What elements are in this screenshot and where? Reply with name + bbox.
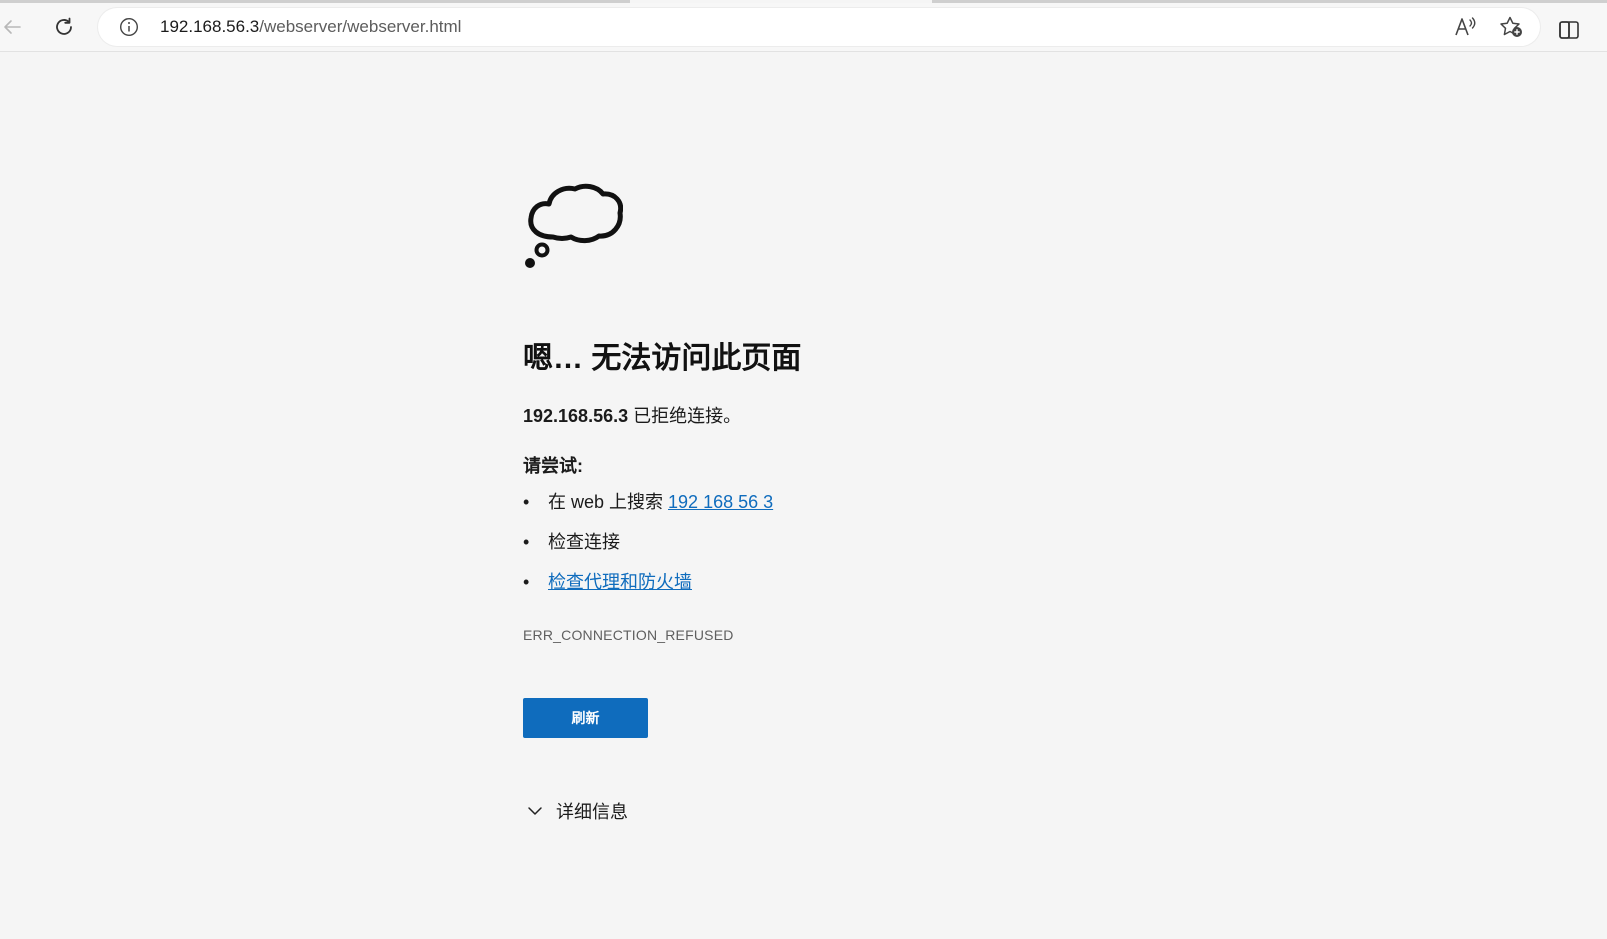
refresh-page-button[interactable] bbox=[48, 11, 80, 43]
suggestion-proxy-firewall: 检查代理和防火墙 bbox=[523, 571, 773, 611]
read-aloud-icon[interactable] bbox=[1454, 16, 1478, 38]
details-label: 详细信息 bbox=[556, 802, 628, 822]
proxy-firewall-link[interactable]: 检查代理和防火墙 bbox=[548, 572, 692, 592]
browser-toolbar: 192.168.56.3/webserver/webserver.html bbox=[0, 3, 1607, 52]
refresh-icon bbox=[56, 17, 72, 35]
error-message-text: 已拒绝连接。 bbox=[628, 406, 742, 426]
search-link[interactable]: 192 168 56 3 bbox=[668, 492, 773, 512]
add-favorite-icon[interactable] bbox=[1499, 16, 1523, 38]
suggestion-check-connection-text: 检查连接 bbox=[548, 532, 620, 552]
chevron-down-icon bbox=[528, 807, 542, 815]
error-host: 192.168.56.3 bbox=[523, 406, 629, 426]
url-host: 192.168.56.3 bbox=[160, 17, 260, 36]
address-bar[interactable]: 192.168.56.3/webserver/webserver.html bbox=[98, 8, 1540, 46]
try-label: 请尝试: bbox=[523, 456, 583, 476]
back-arrow-icon bbox=[4, 20, 21, 34]
thought-cloud-icon bbox=[525, 183, 623, 268]
error-message: 192.168.56.3 已拒绝连接。 bbox=[523, 402, 741, 428]
refresh-button[interactable]: 刷新 bbox=[523, 698, 648, 738]
suggestion-check-connection: 检查连接 bbox=[523, 531, 773, 571]
error-code: ERR_CONNECTION_REFUSED bbox=[523, 627, 734, 643]
url-text[interactable]: 192.168.56.3/webserver/webserver.html bbox=[160, 17, 461, 37]
split-screen-icon[interactable] bbox=[1558, 19, 1580, 41]
suggestion-search-text: 在 web 上搜索 bbox=[548, 492, 669, 512]
error-title: 嗯… 无法访问此页面 bbox=[523, 342, 802, 375]
url-path: /webserver/webserver.html bbox=[259, 17, 462, 36]
suggestion-search: 在 web 上搜索 192 168 56 3 bbox=[523, 491, 773, 531]
info-icon[interactable] bbox=[119, 17, 139, 37]
suggestions-list: 在 web 上搜索 192 168 56 3 检查连接 检查代理和防火墙 bbox=[523, 491, 773, 611]
details-toggle[interactable]: 详细信息 bbox=[527, 798, 628, 824]
back-button[interactable] bbox=[0, 11, 28, 43]
